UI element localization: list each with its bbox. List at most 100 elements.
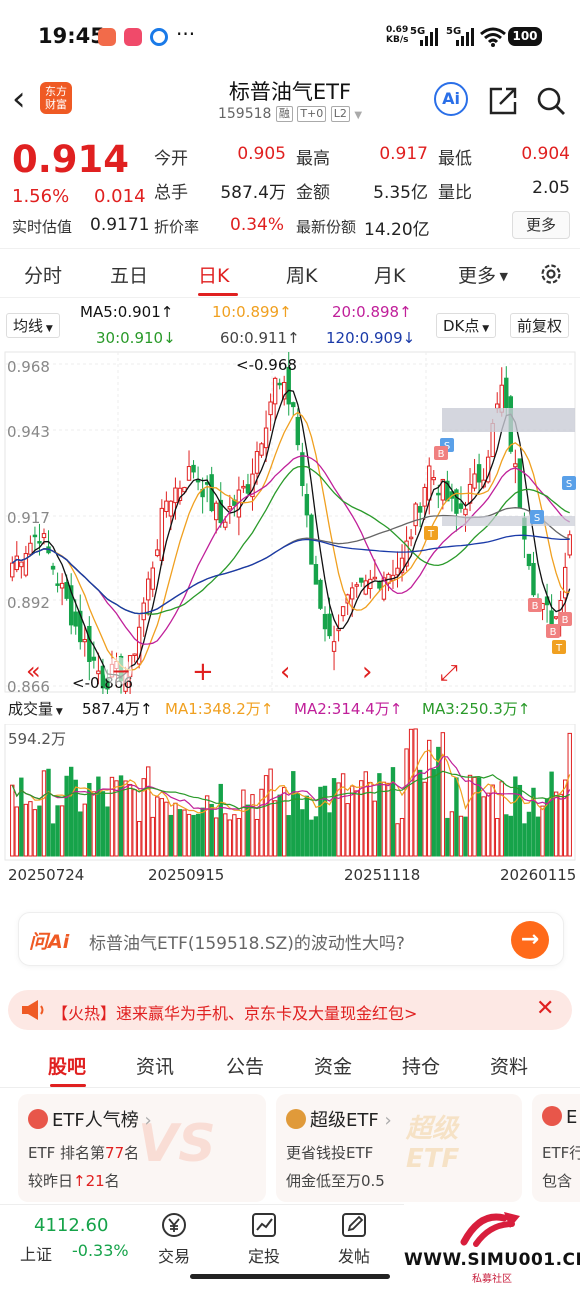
volume-bar xyxy=(363,771,368,857)
marker-label: B xyxy=(562,615,569,626)
zoom-out-far-button[interactable]: « xyxy=(26,657,41,685)
volume-bar xyxy=(78,811,83,857)
tab-holdings[interactable]: 持仓 xyxy=(402,1052,440,1079)
arrow-right-icon[interactable]: → xyxy=(511,921,549,959)
card-line: 包含 xyxy=(542,1172,573,1190)
ma120-value: 120:0.909↓ xyxy=(326,329,416,347)
volume-bar xyxy=(41,770,47,857)
more-button[interactable]: 更多 xyxy=(512,211,570,239)
watermark-text: WWW.SIMU001.CN xyxy=(404,1250,580,1270)
nav-trade[interactable]: 交易 xyxy=(144,1211,204,1267)
promo-text[interactable]: 【火热】速来赢华为手机、京东卡及大量现金红包> xyxy=(52,1000,417,1024)
volume-bar xyxy=(549,771,554,857)
candle xyxy=(14,555,19,571)
indicator-mode-dropdown[interactable]: 均线 ▼ xyxy=(6,313,60,338)
volume-bar xyxy=(427,739,432,857)
signal-icon xyxy=(420,28,438,46)
kline-chart[interactable]: SBSSTBBBT 0.968 0.943 0.917 0.892 0.866 … xyxy=(0,350,580,694)
tab-daily-k[interactable]: 日K xyxy=(198,261,229,288)
volume-bar xyxy=(495,818,500,857)
zoom-in-button[interactable]: + xyxy=(192,657,214,687)
volume-bar xyxy=(440,732,446,857)
candle xyxy=(272,377,278,405)
scroll-right-button[interactable]: › xyxy=(362,657,372,687)
volume-bar xyxy=(563,779,568,857)
candle xyxy=(563,566,568,599)
volume-bar xyxy=(377,773,382,857)
index-value[interactable]: 4112.60 xyxy=(34,1215,108,1236)
volume-chart[interactable]: 594.2万 xyxy=(0,724,580,864)
caret-down-icon[interactable]: ▼ xyxy=(354,110,362,121)
tab-announcements[interactable]: 公告 xyxy=(226,1052,264,1079)
zoom-out-button[interactable]: − xyxy=(111,657,131,685)
t0-tag: T+0 xyxy=(297,106,327,122)
close-icon[interactable]: ✕ xyxy=(536,996,554,1021)
ask-ai-box[interactable]: 问Ai 标普油气ETF(159518.SZ)的波动性大吗? → xyxy=(18,912,564,966)
tab-fund-flow[interactable]: 资金 xyxy=(314,1052,352,1079)
volume-bar xyxy=(526,811,532,857)
volume-bar xyxy=(214,817,219,857)
partial-card[interactable]: E ETF行 包含 xyxy=(532,1094,580,1202)
tab-more[interactable]: 更多 ▼ xyxy=(458,261,508,288)
adjust-mode-button[interactable]: 前复权 xyxy=(510,313,570,338)
marker-label: T xyxy=(555,643,563,654)
tab-weekly-k[interactable]: 周K xyxy=(286,261,317,288)
volume-bar xyxy=(177,809,183,857)
tab-intraday[interactable]: 分时 xyxy=(24,261,62,288)
volume-bar xyxy=(368,781,373,857)
volume-bar xyxy=(336,782,341,857)
nav-post[interactable]: 发帖 xyxy=(324,1211,384,1267)
volume-bar xyxy=(504,814,509,857)
volume-bar xyxy=(155,796,160,857)
volume-bar xyxy=(37,805,42,857)
ma5-value: MA5:0.901↑ xyxy=(80,303,174,321)
gear-icon[interactable] xyxy=(538,261,564,287)
volume-bar xyxy=(28,801,33,857)
search-icon[interactable] xyxy=(536,86,566,116)
share-icon[interactable] xyxy=(488,86,518,116)
tab-five-day[interactable]: 五日 xyxy=(110,261,148,288)
ask-ai-question[interactable]: 标普油气ETF(159518.SZ)的波动性大吗? xyxy=(89,929,405,954)
super-etf-card[interactable]: 超级 ETF 超级ETF › 更省钱投ETF 佣金低至万0.5 xyxy=(276,1094,522,1202)
candle xyxy=(553,616,559,619)
nav-fixed-invest[interactable]: 定投 xyxy=(234,1211,294,1267)
stock-title: 标普油气ETF xyxy=(228,80,352,104)
scroll-left-button[interactable]: ‹ xyxy=(280,657,290,687)
watermark: WWW.SIMU001.CN 私募社区 xyxy=(404,1204,580,1289)
candle xyxy=(331,641,337,652)
index-name[interactable]: 上证 xyxy=(20,1241,52,1265)
index-change[interactable]: -0.33% xyxy=(72,1241,129,1260)
candle xyxy=(32,534,38,538)
fullscreen-button[interactable]: ⤢ xyxy=(440,661,458,686)
marker-label: S xyxy=(534,513,540,524)
ai-assistant-button[interactable]: Ai xyxy=(434,82,468,116)
low-label: 最低 xyxy=(438,149,472,169)
volume-bar xyxy=(304,795,310,857)
volume-bar xyxy=(408,728,414,857)
volume-bar xyxy=(286,815,291,857)
volume-bar xyxy=(150,816,155,857)
volume-bar xyxy=(159,798,165,857)
home-indicator[interactable] xyxy=(190,1274,390,1279)
volume-label[interactable]: 成交量 ▼ xyxy=(8,698,63,719)
volume-label: 总手 xyxy=(154,183,188,203)
net-speed: 0.69 KB/s xyxy=(386,25,408,45)
candle xyxy=(186,466,192,481)
candle xyxy=(191,464,196,473)
date-label: 20250915 xyxy=(148,866,225,884)
dk-points-dropdown[interactable]: DK点 ▼ xyxy=(436,313,497,338)
marker-label: B xyxy=(438,449,445,460)
volume-total: 587.4万↑ xyxy=(82,700,153,718)
amount-label: 金额 xyxy=(296,183,330,203)
chevron-left-icon[interactable]: ‹ xyxy=(12,82,36,116)
volume-bar xyxy=(291,771,296,857)
tab-monthly-k[interactable]: 月K xyxy=(374,261,405,288)
volume-bar xyxy=(449,811,455,857)
etf-popularity-card[interactable]: VS ETF人气榜 › ETF 排名第77名 较昨日↑21名 xyxy=(18,1094,266,1202)
tab-profile[interactable]: 资料 xyxy=(490,1052,528,1079)
tab-forum[interactable]: 股吧 xyxy=(48,1052,86,1079)
tab-news[interactable]: 资讯 xyxy=(136,1052,174,1079)
promo-banner[interactable]: 【火热】速来赢华为手机、京东卡及大量现金红包> ✕ xyxy=(8,990,572,1030)
candle xyxy=(164,500,169,512)
candle xyxy=(413,503,418,527)
